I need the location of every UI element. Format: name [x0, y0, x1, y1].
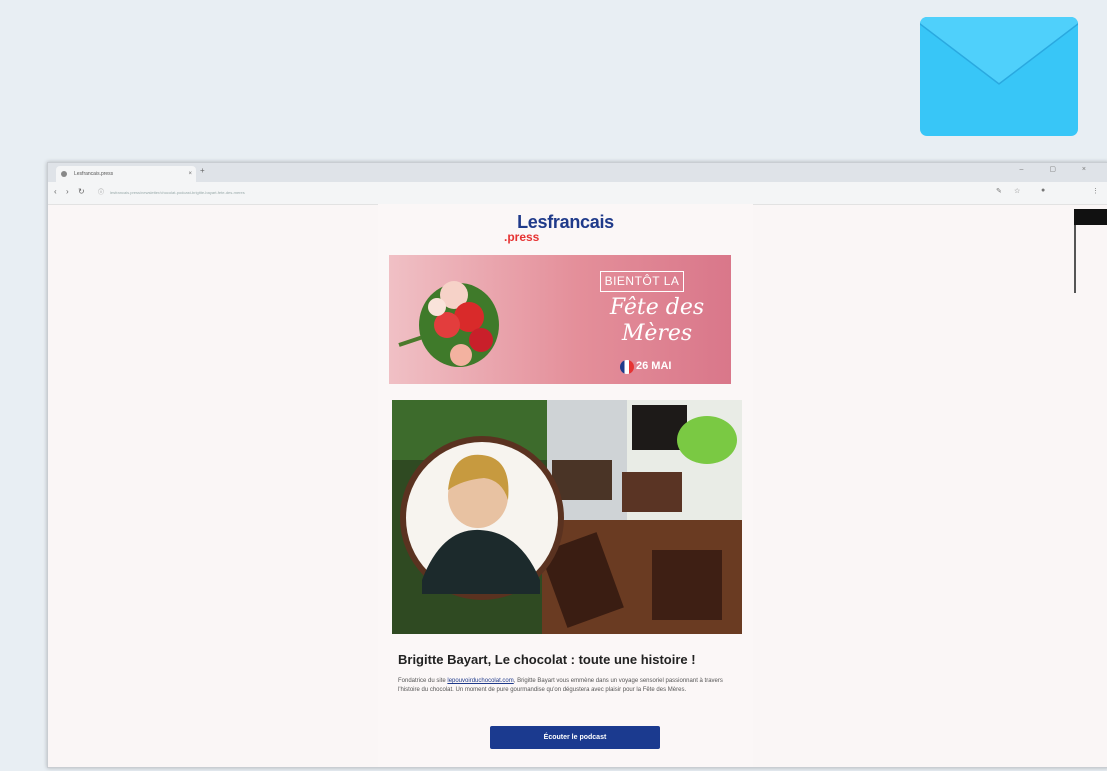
newsletter-email: Lesfrancais .press BIENTÔT LA Fête des M…	[378, 204, 753, 767]
bookmark-star-icon[interactable]: ☆	[1014, 187, 1020, 195]
hero-image[interactable]	[392, 400, 742, 634]
profile-icon[interactable]: ●	[1041, 187, 1045, 194]
tab-bar: Lesfrancais.press × + – ▢ ×	[48, 163, 1107, 182]
favicon-icon	[61, 171, 67, 177]
banner-tag: BIENTÔT LA	[600, 271, 684, 292]
listen-podcast-button[interactable]: Écouter le podcast	[490, 726, 660, 749]
side-panel-divider	[1074, 225, 1076, 293]
banner-date: 26 MAI	[636, 360, 672, 372]
extensions-icon[interactable]: ✎	[996, 187, 1002, 195]
envelope-icon	[920, 17, 1078, 136]
browser-tab[interactable]: Lesfrancais.press ×	[56, 166, 196, 182]
close-tab-icon[interactable]: ×	[188, 166, 192, 182]
menu-icon[interactable]: ⋮	[1092, 187, 1099, 195]
article-headline[interactable]: Brigitte Bayart, Le chocolat : toute une…	[398, 652, 743, 667]
forward-button[interactable]: ›	[66, 187, 69, 196]
new-tab-button[interactable]: +	[200, 166, 205, 175]
back-button[interactable]: ‹	[54, 187, 57, 196]
side-panel	[1074, 209, 1107, 293]
mothers-day-banner[interactable]: BIENTÔT LA Fête des Mères 26 MAI	[389, 255, 731, 384]
site-info-icon[interactable]: ⓘ	[98, 187, 104, 196]
body-intro: Fondatrice du site	[398, 678, 446, 684]
browser-window: Lesfrancais.press × + – ▢ × ‹ › ↻ ⓘ lesf…	[47, 162, 1107, 768]
banner-title-line2: Mères	[621, 321, 693, 346]
banner-title-line1: Fête des	[609, 295, 705, 320]
browser-toolbar: ‹ › ↻ ⓘ lesfrancais.press/newsletter/cho…	[48, 182, 1107, 205]
window-controls[interactable]: – ▢ ×	[1020, 165, 1098, 173]
logo-suffix: .press	[504, 230, 540, 244]
site-link[interactable]: lepouvoirduchocolat.com	[447, 678, 513, 684]
bouquet-illustration	[398, 281, 499, 367]
french-flag-icon	[620, 360, 634, 374]
banner-title: Fête des Mères	[587, 295, 727, 347]
logo-text[interactable]: Lesfrancais	[378, 212, 753, 233]
tab-title: Lesfrancais.press	[74, 171, 114, 177]
article-body: Fondatrice du site lepouvoirduchocolat.c…	[398, 677, 743, 695]
side-panel-header	[1074, 209, 1107, 225]
reload-button[interactable]: ↻	[78, 187, 85, 196]
address-bar[interactable]: lesfrancais.press/newsletter/chocolat-po…	[110, 187, 440, 198]
